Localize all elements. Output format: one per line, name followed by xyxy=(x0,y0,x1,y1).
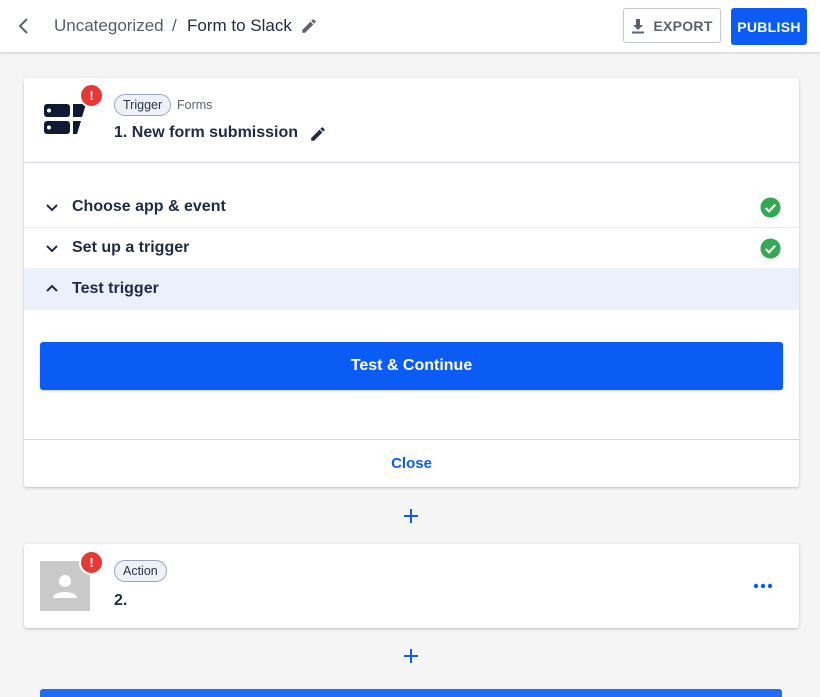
step-title: 2. xyxy=(114,592,128,609)
trigger-chip: Trigger xyxy=(114,94,172,116)
pencil-icon[interactable] xyxy=(309,125,327,143)
person-icon xyxy=(53,575,77,598)
section-label: Test trigger xyxy=(72,280,159,297)
app-name: Forms xyxy=(177,98,213,112)
section-label: Choose app & event xyxy=(72,198,226,215)
top-bar: Uncategorized / Form to Slack EXPORT PUB… xyxy=(0,0,820,53)
plus-icon[interactable] xyxy=(401,506,421,526)
export-button[interactable]: EXPORT xyxy=(623,8,721,43)
chevron-left-icon[interactable] xyxy=(12,14,36,38)
close-button[interactable]: Close xyxy=(24,440,799,487)
section-label: Set up a trigger xyxy=(72,239,190,256)
chevron-up-icon xyxy=(46,284,58,292)
page-title: Form to Slack xyxy=(187,16,292,35)
export-label: EXPORT xyxy=(653,17,713,34)
trigger-step-card: ! Trigger Forms 1. New form submission C… xyxy=(24,78,799,487)
section-test-trigger[interactable]: Test trigger xyxy=(24,268,799,310)
chevron-down-icon xyxy=(46,245,58,253)
alert-badge: ! xyxy=(79,550,104,575)
ellipsis-icon[interactable] xyxy=(750,577,776,595)
chevron-down-icon xyxy=(46,204,58,212)
test-continue-button[interactable]: Test & Continue xyxy=(40,342,783,390)
forms-app-icon xyxy=(44,104,86,134)
breadcrumb-folder[interactable]: Uncategorized xyxy=(54,15,164,37)
next-element-peek xyxy=(40,689,782,697)
plus-icon[interactable] xyxy=(401,646,421,666)
download-icon xyxy=(632,18,645,33)
check-circle-icon xyxy=(760,237,781,259)
step-title[interactable]: 1. New form submission xyxy=(114,124,298,142)
alert-badge: ! xyxy=(79,83,104,108)
action-chip: Action xyxy=(114,560,167,582)
pencil-icon[interactable] xyxy=(300,17,318,35)
section-choose-app-event[interactable]: Choose app & event xyxy=(24,187,799,227)
section-set-up-trigger[interactable]: Set up a trigger xyxy=(24,228,799,268)
check-circle-icon xyxy=(760,196,781,218)
breadcrumb-separator: / xyxy=(172,16,177,35)
divider xyxy=(24,162,799,163)
publish-button[interactable]: PUBLISH xyxy=(731,8,807,45)
action-step-card[interactable]: ! Action 2. xyxy=(24,544,799,628)
